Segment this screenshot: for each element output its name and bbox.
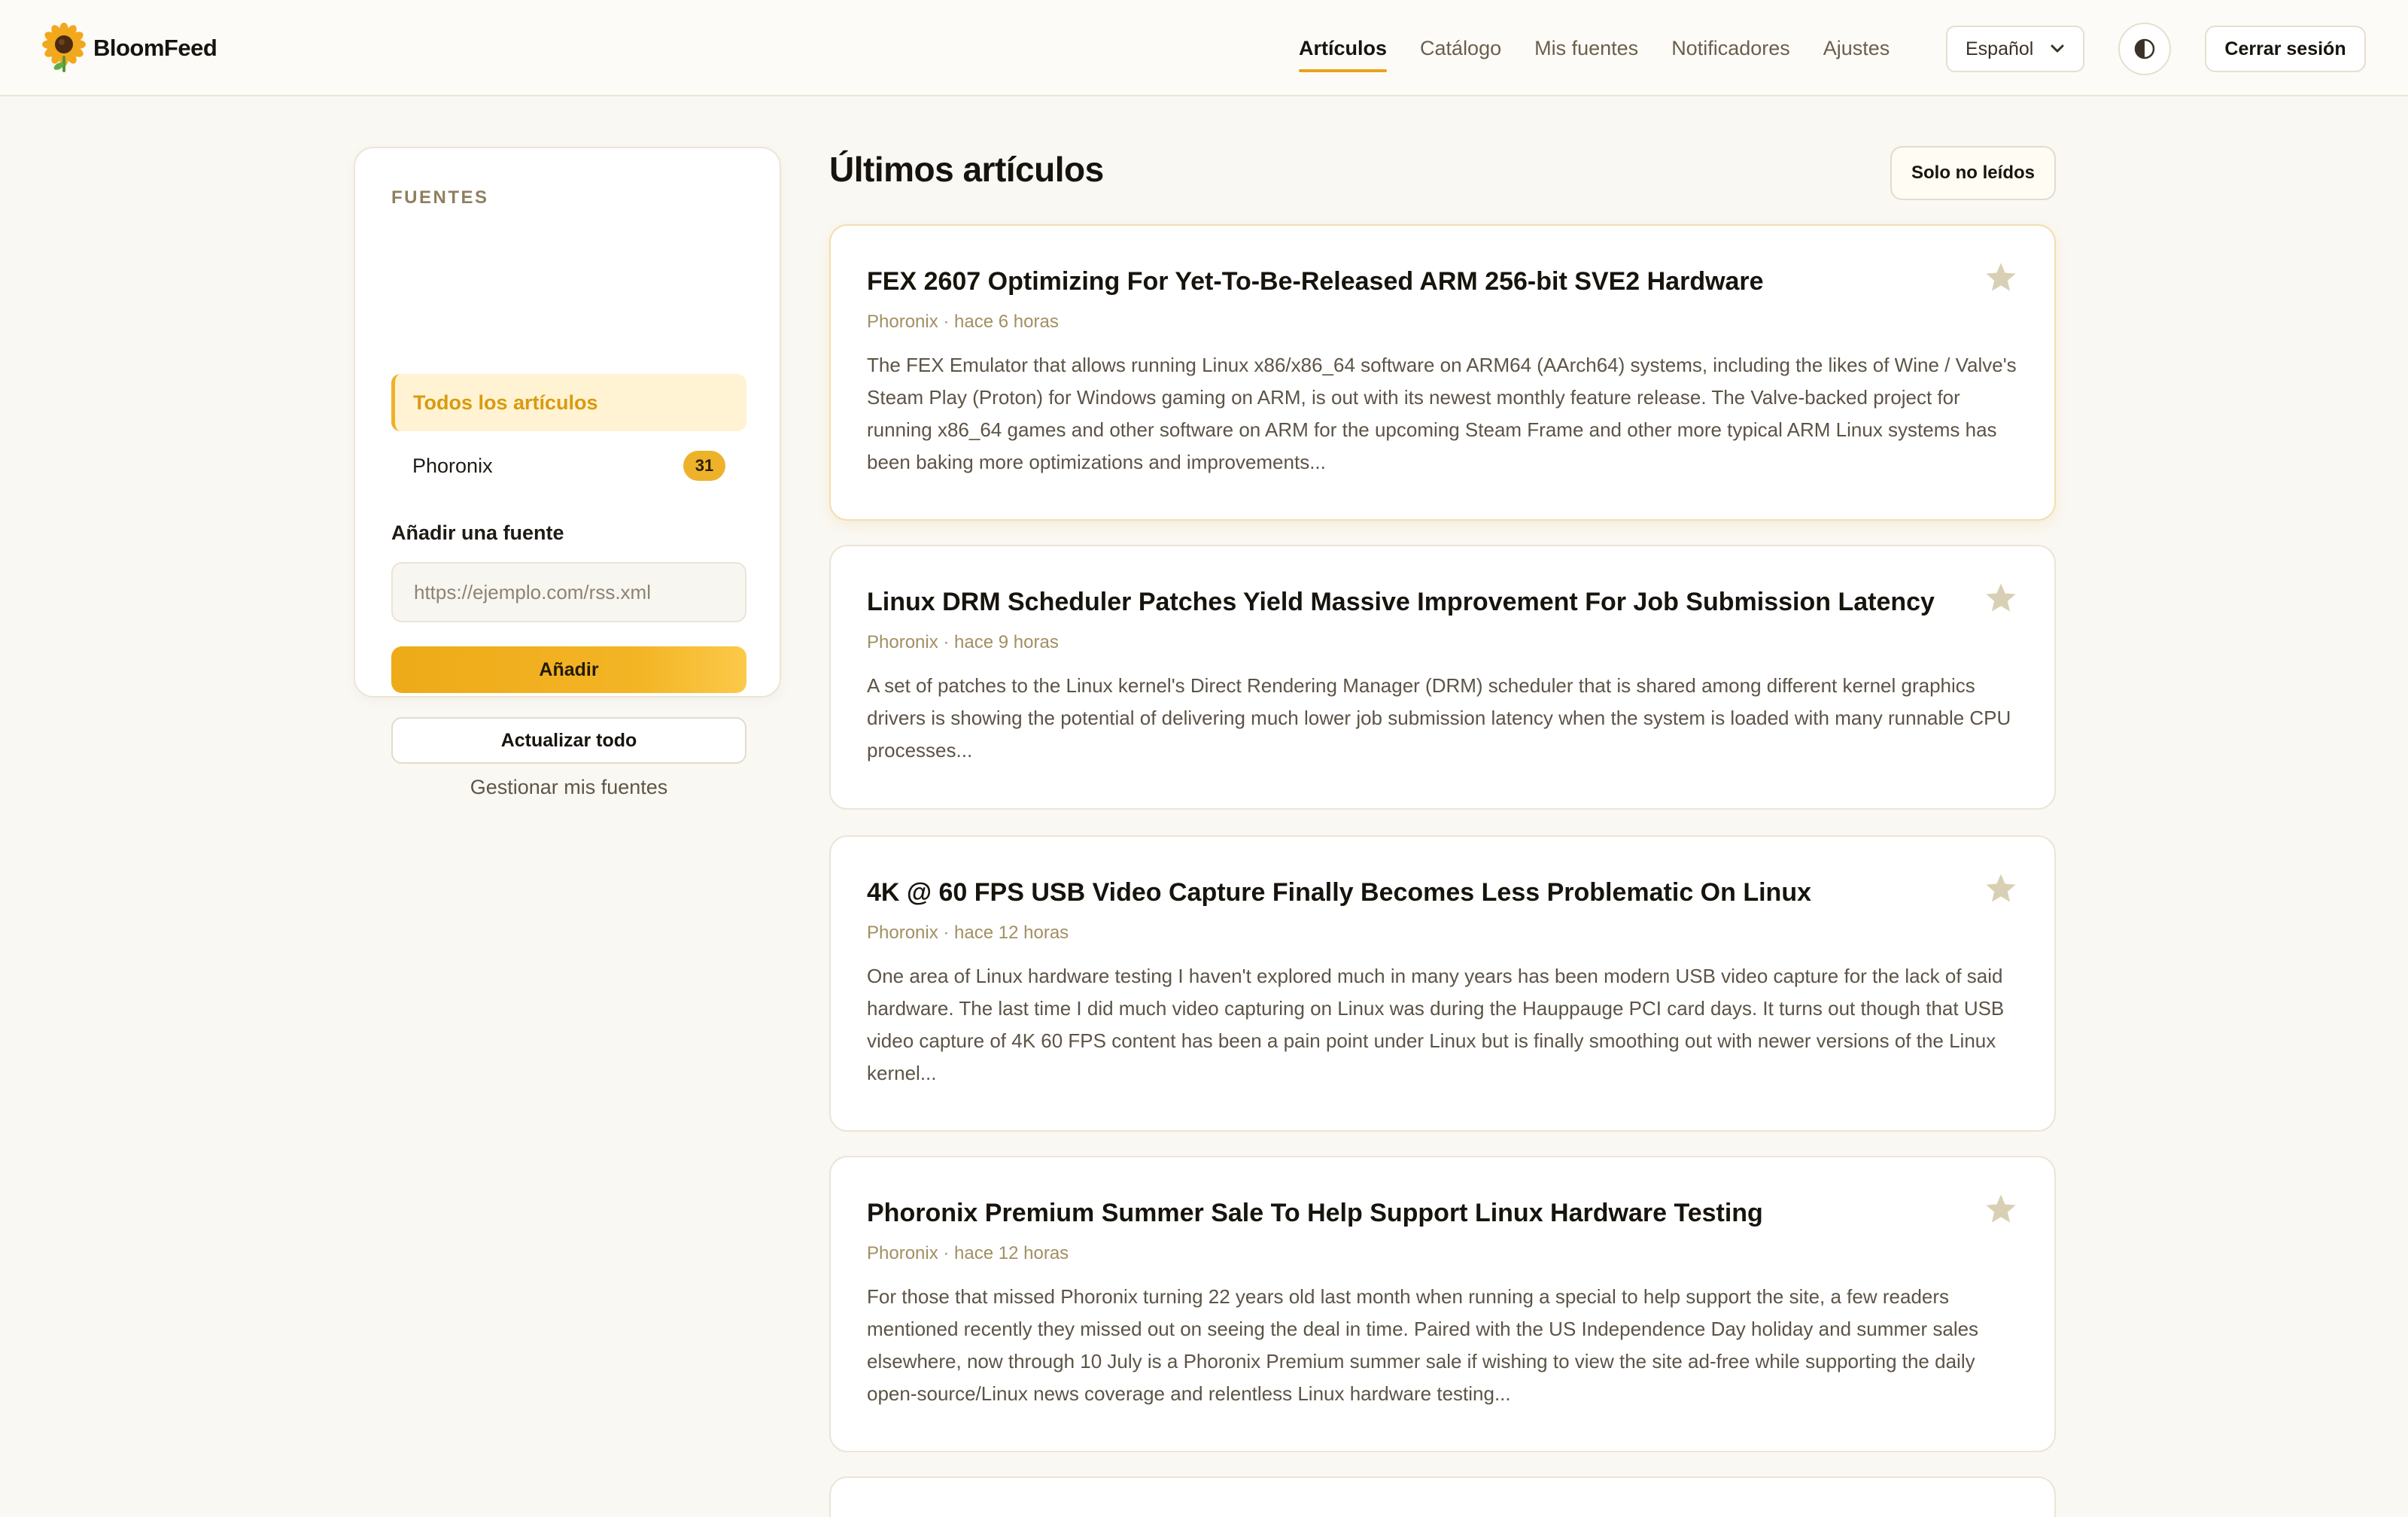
- article-summary: One area of Linux hardware testing I hav…: [867, 965, 2005, 1084]
- page-title: Últimos artículos: [829, 150, 1104, 189]
- theme-toggle-button[interactable]: [2118, 23, 2171, 75]
- article-card[interactable]: [829, 1476, 2056, 1517]
- nav-notifiers[interactable]: Notificadores: [1671, 32, 1790, 65]
- star-icon[interactable]: [1984, 1192, 2018, 1227]
- article-meta: Phoronix · hace 12 horas: [867, 1243, 1069, 1263]
- article-summary: For those that missed Phoronix turning 2…: [867, 1285, 1979, 1405]
- feeds-sidebar: FUENTES Todos los artículos Phoronix 31 …: [354, 147, 781, 798]
- main-nav: Artículos Catálogo Mis fuentes Notificad…: [1299, 0, 1890, 96]
- star-icon[interactable]: [1984, 260, 2018, 295]
- article-title[interactable]: 4K @ 60 FPS USB Video Capture Finally Be…: [867, 876, 1950, 909]
- nav-settings[interactable]: Ajustes: [1823, 32, 1890, 65]
- refresh-all-button[interactable]: Actualizar todo: [391, 717, 746, 764]
- sidebar-heading: FUENTES: [391, 187, 489, 208]
- sidebar-item-all-articles[interactable]: Todos los artículos: [391, 374, 746, 431]
- article-title[interactable]: Linux DRM Scheduler Patches Yield Massiv…: [867, 585, 1950, 619]
- article-card[interactable]: Linux DRM Scheduler Patches Yield Massiv…: [829, 545, 2056, 810]
- nav-my-feeds[interactable]: Mis fuentes: [1534, 32, 1638, 65]
- article-title[interactable]: FEX 2607 Optimizing For Yet-To-Be-Releas…: [867, 265, 1950, 298]
- article-meta: Phoronix · hace 9 horas: [867, 632, 1059, 652]
- feed-url-input[interactable]: [391, 562, 746, 622]
- contrast-icon: [2134, 38, 2155, 59]
- nav-articles[interactable]: Artículos: [1299, 32, 1388, 72]
- brand[interactable]: BloomFeed: [42, 23, 217, 74]
- article-card[interactable]: FEX 2607 Optimizing For Yet-To-Be-Releas…: [829, 224, 2056, 521]
- article-meta: Phoronix · hace 12 horas: [867, 923, 1069, 943]
- article-summary: The FEX Emulator that allows running Lin…: [867, 354, 2017, 473]
- nav-catalog[interactable]: Catálogo: [1420, 32, 1501, 65]
- brand-name: BloomFeed: [93, 35, 217, 61]
- unread-only-toggle[interactable]: Solo no leídos: [1890, 146, 2056, 200]
- star-icon[interactable]: [1984, 581, 2018, 616]
- unread-count-badge: 31: [683, 451, 725, 481]
- article-card[interactable]: 4K @ 60 FPS USB Video Capture Finally Be…: [829, 835, 2056, 1132]
- sunflower-logo-icon: [42, 23, 86, 72]
- chevron-down-icon: [2051, 44, 2064, 53]
- sidebar-item-label: Todos los artículos: [413, 391, 598, 414]
- top-bar: BloomFeed Artículos Catálogo Mis fuentes…: [0, 0, 2408, 96]
- language-select[interactable]: Español: [1946, 26, 2084, 72]
- add-feed-label: Añadir una fuente: [391, 521, 564, 544]
- sidebar-item-phoronix[interactable]: Phoronix 31: [391, 437, 746, 494]
- article-card[interactable]: Phoronix Premium Summer Sale To Help Sup…: [829, 1156, 2056, 1452]
- star-icon[interactable]: [1984, 871, 2018, 906]
- sidebar-item-label: Phoronix: [412, 454, 493, 477]
- manage-feeds-link[interactable]: Gestionar mis fuentes: [391, 776, 746, 799]
- article-meta: Phoronix · hace 6 horas: [867, 312, 1059, 332]
- article-summary: A set of patches to the Linux kernel's D…: [867, 674, 2011, 762]
- logout-button[interactable]: Cerrar sesión: [2205, 26, 2366, 72]
- article-title[interactable]: Phoronix Premium Summer Sale To Help Sup…: [867, 1196, 1950, 1230]
- add-feed-button[interactable]: Añadir: [391, 646, 746, 693]
- language-value: Español: [1966, 38, 2034, 59]
